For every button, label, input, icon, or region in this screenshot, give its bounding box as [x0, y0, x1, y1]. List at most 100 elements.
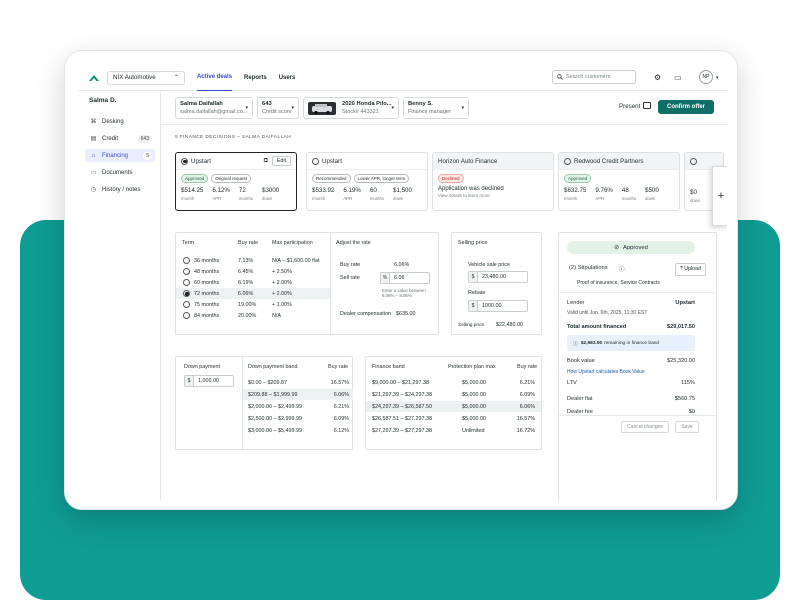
credit-select[interactable]: 643 Credit score ▾ [257, 97, 299, 119]
save-button[interactable]: Save [675, 421, 699, 433]
credit-badge: 643 [137, 134, 152, 143]
metric-unit: months [238, 196, 254, 201]
upload-icon: ⤒ [680, 266, 683, 272]
lender-label: Lender [567, 300, 585, 306]
chevron-down-icon[interactable]: ▾ [716, 75, 719, 81]
percent-icon: % [381, 273, 390, 283]
selling-price-value: $22,480.00 [496, 322, 523, 328]
term-radio[interactable] [183, 312, 190, 319]
decision-card-redwood[interactable]: Redwood Credit Partners Approved $632.75… [558, 152, 680, 211]
search-input[interactable]: Search customers [552, 70, 636, 84]
sell-rate-input[interactable]: % 6.06 [380, 272, 430, 284]
band-buy-rate: 6.06% [333, 392, 349, 398]
tab-users[interactable]: Users [279, 65, 296, 91]
finance-band-row[interactable]: $27,297.39 – $27,297.38 Unlimited 16.72% [366, 425, 541, 436]
manager-select[interactable]: Benny S. Finance manager ▾ [403, 97, 469, 119]
radio-selected[interactable] [181, 157, 188, 165]
term-row[interactable]: 84 months 20.00% N/A [176, 310, 330, 321]
down-payment-input[interactable]: $ 1,000.00 [184, 375, 234, 387]
term-radio[interactable] [183, 268, 190, 275]
metric-unit: down [393, 196, 404, 201]
finance-band-row[interactable]: $9,000.00 – $21,297.38 $5,000.00 6.21% [366, 377, 541, 388]
total-row: Total amount financed $29,017.50 [567, 324, 695, 330]
avatar[interactable]: NP [699, 70, 713, 84]
ltv-row: LTV 115% [567, 380, 695, 386]
copy-icon[interactable]: ⧉ [264, 158, 268, 165]
top-nav: NIX Automotive ⌃ Active deals Reports Us… [79, 65, 727, 91]
sidebar-item-documents[interactable]: ▭ Documents [85, 166, 155, 179]
info-icon[interactable]: ⓘ [619, 265, 625, 273]
ltv-label: LTV [567, 380, 577, 386]
term-row[interactable]: 72 months 6.06% + 2.00% [176, 288, 330, 299]
edit-button[interactable]: Edit [271, 156, 291, 166]
term-radio[interactable] [183, 257, 190, 264]
finance-band-row[interactable]: $21,297.39 – $24,297.38 $5,000.00 6.09% [366, 389, 541, 400]
term-radio[interactable] [183, 279, 190, 286]
term-buy-rate: 6.45% [238, 269, 254, 275]
declined-details-link[interactable]: View details to learn more [433, 192, 553, 199]
radio-unselected[interactable] [312, 157, 319, 165]
col-header-buy-rate: Buy rate [238, 240, 259, 246]
band-range: $2,500.00 – $2,999.99 [248, 416, 302, 422]
down-band-row[interactable]: $3,000.00 – $5,499.99 6.12% [243, 425, 353, 436]
term-row[interactable]: 36 months 7.13% N/A – $1,600.00 flat [176, 255, 330, 266]
customer-email: salma.daifallah@gmail.co... [180, 109, 248, 115]
credit-score: 643 [262, 101, 272, 107]
sidebar-item-financing[interactable]: ⌂ Financing 5 [85, 149, 155, 162]
dealer-select[interactable]: NIX Automotive ⌃ [107, 70, 185, 85]
metric-unit: months [621, 196, 637, 201]
metric-unit: months [369, 196, 385, 201]
info-icon: ⓘ [573, 341, 578, 347]
term-radio[interactable] [183, 301, 190, 308]
upload-button[interactable]: ⤒ Upload [675, 263, 706, 276]
down-band-row[interactable]: $2,500.00 – $2,999.99 6.09% [243, 413, 353, 424]
radio-unselected[interactable] [690, 157, 697, 165]
term-row[interactable]: 60 months 6.19% + 2.00% [176, 277, 330, 288]
radio-unselected[interactable] [564, 157, 571, 165]
chat-icon[interactable]: ▭ [674, 73, 682, 82]
cancel-changes-button[interactable]: Cancel changes [621, 421, 669, 433]
term-row[interactable]: 48 months 6.45% + 2.50% [176, 266, 330, 277]
divider [559, 292, 716, 293]
metric-unit: APR [212, 196, 222, 201]
sidebar-item-credit[interactable]: ▤ Credit 643 [85, 132, 155, 145]
down-band-row[interactable]: $2,000.00 – $2,499.99 6.21% [243, 401, 353, 412]
tab-active-deals[interactable]: Active deals [197, 65, 233, 91]
buy-rate-label: Buy rate [340, 262, 361, 268]
band-range: $21,297.39 – $24,297.38 [372, 392, 432, 398]
decision-card-upstart-2[interactable]: Upstart Recommended Lower APR, longer te… [306, 152, 428, 211]
remaining-band-notice: ⓘ $2,982.50 remaining in finance band [567, 335, 695, 351]
finance-band-row[interactable]: $24,297.39 – $26,587.50 $5,000.00 6.06% [366, 401, 541, 412]
approved-status: ⊘ Approved [567, 241, 695, 254]
term-max-part: + 2.00% [272, 280, 292, 286]
vehicle-sale-price-input[interactable]: $ 23,480.00 [468, 271, 528, 283]
divider [559, 415, 716, 416]
lender-name: Upstart [322, 157, 342, 165]
book-value-link[interactable]: How Upstart calculates Book Value [567, 369, 645, 375]
down-band-row[interactable]: $209.88 – $1,999.99 6.06% [243, 389, 353, 400]
flat-value: $560.75 [674, 396, 695, 402]
vehicle-select[interactable]: 2020 Honda Pilo... Stock# 443321 ▾ [303, 97, 399, 119]
sidebar-item-label: Desking [102, 118, 124, 125]
present-icon[interactable] [643, 102, 651, 109]
sell-rate-value: 6.06 [394, 275, 405, 281]
sidebar-item-desking[interactable]: ⌘ Desking [85, 115, 155, 128]
decision-card-horizon[interactable]: Horizon Auto Finance Declined Applicatio… [432, 152, 554, 211]
total-label: Total amount financed [567, 324, 627, 330]
term-row[interactable]: 75 months 19.00% + 1.00% [176, 299, 330, 310]
tab-reports[interactable]: Reports [244, 65, 267, 91]
down-band-row[interactable]: $0.00 – $209.87 16.57% [243, 377, 353, 388]
tag-chip: Lower APR, longer term [353, 174, 410, 183]
term-radio[interactable] [183, 290, 190, 297]
present-label[interactable]: Present [619, 103, 640, 110]
gear-icon[interactable]: ⚙ [654, 73, 661, 82]
add-decision-button[interactable]: + [712, 166, 727, 226]
finance-band-row[interactable]: $26,587.51 – $27,297.38 $5,000.00 16.57% [366, 413, 541, 424]
rebate-input[interactable]: $ 1000.00 [468, 300, 528, 312]
decision-card-upstart-1[interactable]: Upstart ⧉ Edit Approved Original request… [175, 152, 297, 211]
band-buy-rate: 6.06% [519, 404, 535, 410]
confirm-offer-button[interactable]: Confirm offer [658, 100, 714, 114]
sidebar-item-history[interactable]: ◷ History / notes [85, 183, 155, 196]
customer-select[interactable]: Salma Daifallah salma.daifallah@gmail.co… [175, 97, 253, 119]
search-placeholder: Search customers [566, 74, 611, 80]
